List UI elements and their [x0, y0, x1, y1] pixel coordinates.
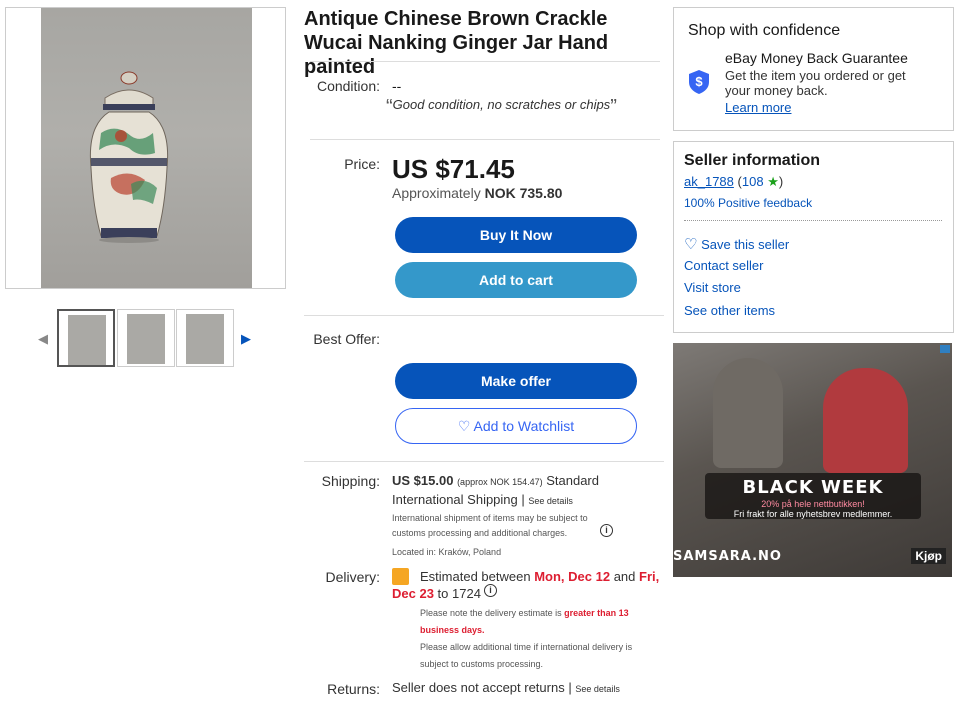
shipping-approx: (approx NOK 154.47) [457, 477, 543, 487]
score-close: ) [778, 174, 784, 189]
ad-image-person [823, 368, 908, 473]
condition-value: -- [392, 78, 402, 94]
guarantee-text: Get the item you ordered or get your mon… [725, 68, 906, 98]
add-to-cart-button[interactable]: Add to cart [395, 262, 637, 298]
item-location: Located in: Kraków, Poland [392, 547, 502, 557]
shipping-cost: US $15.00 (approx NOK 154.47) Standard I… [392, 472, 632, 510]
feedback-score-link[interactable]: 108 [742, 174, 764, 189]
ad-headline: BLACK WEEK [742, 477, 884, 498]
delivery-label: Delivery: [325, 569, 380, 585]
ad-banner: BLACK WEEK 20% på hele nettbutikken! Fri… [705, 473, 921, 519]
best-offer-label: Best Offer: [313, 331, 380, 347]
main-image[interactable] [5, 7, 286, 289]
ad-choices-icon[interactable] [940, 345, 950, 353]
heart-icon: ♡ [684, 236, 698, 253]
main-image-photo[interactable] [41, 8, 252, 288]
shipping-amount: US $15.00 [392, 473, 454, 488]
seller-information-panel: Seller information ak_1788 (108 ★) 100% … [673, 141, 954, 333]
price-label: Price: [344, 156, 380, 172]
returns-text: Seller does not accept returns [392, 680, 565, 695]
svg-text:$: $ [695, 74, 703, 89]
divider [310, 139, 660, 140]
panel-title: Shop with confidence [688, 22, 841, 39]
ad-image-person [713, 358, 783, 468]
visit-store-link[interactable]: Visit store [684, 280, 741, 295]
divider [310, 61, 660, 62]
close-quote-icon: ” [610, 96, 617, 118]
item-title: Antique Chinese Brown Crackle Wucai Nank… [304, 8, 609, 78]
learn-more-link[interactable]: Learn more [725, 100, 791, 115]
save-seller-link[interactable]: Save this seller [701, 237, 789, 252]
positive-feedback-link[interactable]: 100% Positive feedback [684, 196, 812, 210]
ad-buy-button[interactable]: Kjøp [911, 548, 946, 564]
delivery-note-prefix: Please note the delivery estimate is [420, 608, 562, 618]
shipping-label: Shipping: [321, 473, 380, 489]
thumbnail-image [68, 315, 106, 365]
divider [304, 461, 664, 462]
ad-sub-2: Fri frakt for alle nyhetsbrev medlemmer. [733, 509, 893, 519]
delivery-to: to 1724 [437, 586, 481, 601]
ad-sub-1: 20% på hele nettbutikken! [761, 499, 865, 509]
delivery-note: Please note the delivery estimate is gre… [420, 605, 655, 673]
info-icon[interactable]: i [600, 524, 613, 537]
ad-brand: SAMSARA.NO [673, 549, 782, 564]
see-other-items-link[interactable]: See other items [684, 303, 775, 318]
panel-title: Seller information [684, 152, 821, 169]
contact-seller-link[interactable]: Contact seller [684, 258, 763, 273]
condition-label: Condition: [316, 78, 380, 94]
separator: | [521, 492, 525, 507]
advertisement[interactable]: BLACK WEEK 20% på hele nettbutikken! Fri… [673, 343, 952, 577]
delivery-start: Mon, Dec 12 [534, 569, 611, 584]
delivery-note-2: Please allow additional time if internat… [420, 642, 633, 669]
returns-policy: Seller does not accept returns | See det… [392, 680, 620, 695]
shop-with-confidence-panel: Shop with confidence $ eBay Money Back G… [673, 7, 954, 131]
thumbnail-image [186, 314, 224, 364]
divider [684, 220, 942, 221]
condition-note-text: Good condition, no scratches or chips [392, 97, 611, 112]
divider [304, 315, 664, 316]
delivery-estimate: Estimated between Mon, Dec 12 and Fri, D… [392, 568, 660, 602]
approx-prefix: Approximately [392, 185, 481, 201]
price-approx: Approximately NOK 735.80 [392, 185, 562, 201]
thumbnail-image [127, 314, 165, 364]
approx-value: NOK 735.80 [484, 185, 563, 201]
chevron-left-icon[interactable]: ◀ [36, 331, 50, 347]
price-amount: US $71.45 [392, 154, 515, 184]
make-offer-button[interactable]: Make offer [395, 363, 637, 399]
condition-note: “Good condition, no scratches or chips” [386, 96, 617, 119]
shipping-see-details-link[interactable]: See details [528, 496, 573, 506]
add-to-watchlist-button[interactable]: ♡ Add to Watchlist [395, 408, 637, 444]
buy-it-now-button[interactable]: Buy It Now [395, 217, 637, 253]
delivery-prefix: Estimated between [420, 569, 531, 584]
heart-icon: ♡ [457, 418, 471, 434]
add-to-watchlist-label: Add to Watchlist [473, 418, 575, 434]
seller-name-row: ak_1788 (108 ★) [684, 174, 783, 190]
info-icon[interactable]: i [484, 584, 497, 597]
open-quote-icon: “ [386, 96, 393, 118]
chevron-right-icon[interactable]: ▶ [239, 331, 253, 347]
shield-icon: $ [689, 70, 709, 94]
save-seller-row[interactable]: ♡ Save this seller [684, 235, 789, 253]
star-icon: ★ [767, 174, 779, 189]
returns-see-details-link[interactable]: See details [575, 684, 620, 694]
shipping-note: International shipment of items may be s… [392, 513, 588, 538]
seller-name-link[interactable]: ak_1788 [684, 174, 734, 189]
guarantee-title: eBay Money Back Guarantee [725, 50, 908, 66]
thumbnail-3[interactable] [176, 309, 234, 367]
returns-label: Returns: [327, 681, 380, 697]
thumbnail-2[interactable] [117, 309, 175, 367]
thumbnail-strip: ◀ ▶ [34, 309, 264, 369]
ginger-jar-image [89, 71, 169, 243]
separator: | [568, 680, 572, 695]
thumbnail-1[interactable] [57, 309, 115, 367]
delivery-and: and [613, 569, 636, 584]
